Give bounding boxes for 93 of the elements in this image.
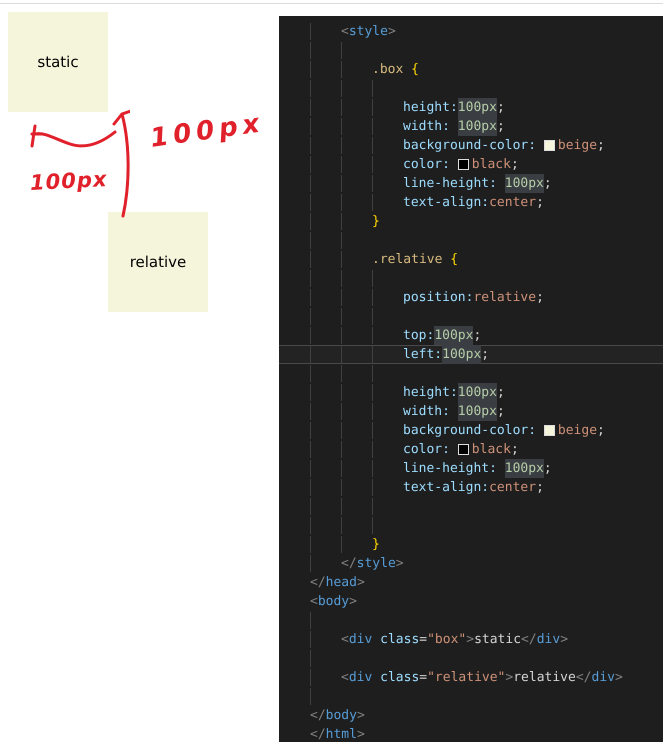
element-text: static — [474, 631, 522, 649]
css-property: left: — [403, 346, 442, 364]
tag-name: style — [348, 23, 388, 41]
tag-bracket: </ — [576, 669, 592, 687]
css-property: text-align: — [403, 194, 490, 212]
brace: { — [411, 61, 419, 79]
punctuation: ; — [544, 460, 552, 478]
demo-box: relative — [108, 212, 208, 312]
punctuation: ; — [496, 118, 505, 136]
css-value: relative — [473, 289, 536, 307]
tag-bracket: </ — [341, 555, 357, 573]
css-number: 100px — [458, 383, 497, 402]
css-property: background-color: — [403, 422, 538, 440]
css-selector: .relative — [372, 251, 444, 269]
css-property: line-height: — [403, 460, 498, 478]
tag-name: head — [326, 574, 357, 592]
css-number: 100px — [442, 345, 482, 364]
css-selector: .box — [372, 61, 404, 79]
css-property: background-color: — [403, 137, 538, 155]
punctuation: ; — [597, 137, 605, 155]
handwritten-note: 100px — [29, 167, 108, 195]
punctuation: ; — [496, 384, 505, 402]
css-number: 100px — [504, 459, 544, 478]
css-number: 100px — [458, 402, 497, 421]
punctuation: ; — [473, 327, 482, 345]
tag-bracket: > — [388, 23, 396, 41]
css-property: top: — [403, 327, 434, 345]
tag-bracket: > — [560, 631, 568, 649]
element-text: relative — [513, 669, 576, 687]
css-number: 100px — [504, 174, 544, 193]
attribute-value: "box" — [427, 631, 466, 649]
tag-bracket: > — [356, 574, 365, 592]
css-value: beige — [558, 137, 598, 155]
css-value: black — [472, 441, 511, 459]
tag-bracket: </ — [310, 574, 326, 592]
demo-box: static — [8, 12, 108, 112]
css-property: height: — [403, 384, 458, 402]
css-value: center — [489, 479, 536, 497]
handwritten-note: 100px — [148, 108, 266, 154]
tag-name: div — [536, 631, 560, 649]
css-number: 100px — [458, 117, 497, 136]
css-number: 100px — [434, 326, 474, 345]
tag-bracket: < — [341, 631, 349, 649]
punctuation: = — [419, 631, 428, 649]
tag-name: style — [356, 555, 396, 573]
css-property: width: — [403, 403, 451, 421]
css-value: black — [472, 156, 511, 174]
tag-bracket: > — [505, 669, 514, 687]
punctuation: ; — [544, 175, 552, 193]
brace: } — [372, 536, 380, 554]
punctuation: = — [419, 669, 428, 687]
punctuation: ; — [496, 99, 505, 117]
tag-name: body — [318, 593, 350, 611]
attribute-name: class — [380, 669, 420, 687]
tag-bracket: > — [356, 726, 365, 742]
tag-bracket: < — [341, 669, 349, 687]
tag-name: div — [592, 669, 615, 687]
tag-bracket: > — [356, 707, 365, 725]
punctuation: ; — [496, 403, 505, 421]
punctuation: ; — [510, 156, 519, 174]
css-property: position: — [403, 289, 474, 307]
tag-bracket: </ — [310, 707, 326, 725]
css-value: center — [489, 194, 536, 212]
css-property: text-align: — [403, 479, 490, 497]
attribute-name: class — [380, 631, 420, 649]
tag-bracket: < — [310, 593, 318, 611]
tag-bracket: > — [349, 593, 357, 611]
css-value: beige — [558, 422, 598, 440]
tag-bracket: < — [341, 23, 349, 41]
punctuation: ; — [536, 194, 544, 212]
css-property: width: — [403, 118, 451, 136]
tag-bracket: > — [614, 669, 623, 687]
punctuation: ; — [481, 346, 490, 364]
tag-name: html — [326, 726, 357, 742]
css-property: height: — [403, 99, 458, 117]
punctuation: ; — [536, 479, 544, 497]
tag-bracket: </ — [521, 631, 537, 649]
css-property: color: — [403, 441, 451, 459]
css-number: 100px — [458, 98, 497, 117]
css-property: color: — [403, 156, 451, 174]
tag-bracket: > — [466, 631, 474, 649]
css-property: line-height: — [403, 175, 498, 193]
punctuation: ; — [597, 422, 605, 440]
brace: } — [372, 213, 380, 231]
tag-name: body — [326, 707, 357, 725]
punctuation: ; — [510, 441, 519, 459]
attribute-value: "relative" — [427, 669, 506, 687]
brace: { — [450, 251, 458, 269]
tag-bracket: </ — [310, 726, 326, 742]
tag-bracket: > — [396, 555, 404, 573]
tag-name: div — [348, 669, 374, 687]
punctuation: ; — [536, 289, 544, 307]
tag-name: div — [348, 631, 374, 649]
